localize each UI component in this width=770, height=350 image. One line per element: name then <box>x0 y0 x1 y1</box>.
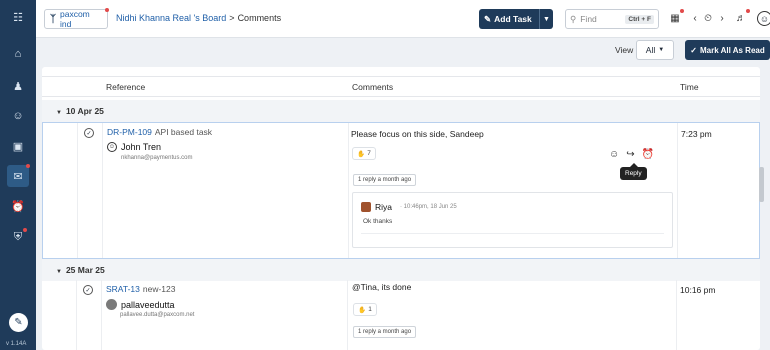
reaction-count: 1 <box>368 306 372 313</box>
vertical-scrollbar[interactable] <box>759 67 764 350</box>
workspace-logo-icon: ᛉ <box>50 13 56 25</box>
scrollbar-thumb[interactable] <box>759 167 764 202</box>
alarm-icon[interactable]: ⏰ <box>10 198 26 214</box>
reply-time: · 10:46pm, 18 Jun 25 <box>400 204 457 210</box>
shield-icon[interactable]: ⛨ <box>10 228 27 245</box>
search-icon: ⚲ <box>570 13 577 24</box>
alarm-reminder-icon[interactable]: ⏰ <box>642 149 654 160</box>
task-id-link[interactable]: DR-PM-109 <box>107 127 152 137</box>
date-group-header[interactable]: ▼ 25 Mar 25 <box>42 259 760 281</box>
table-row[interactable]: ✓ DR-PM-109 API based task ☺ John Tren nk… <box>42 122 760 259</box>
emoji-react-icon[interactable]: ☺ <box>609 149 619 160</box>
apps-grid-icon[interactable]: ☷ <box>10 9 26 25</box>
breadcrumb-current: Comments <box>237 13 282 23</box>
calendar-icon[interactable]: ▦ <box>668 9 684 25</box>
find-shortcut-badge: Ctrl + F <box>625 14 654 24</box>
task-reference[interactable]: DR-PM-109 API based task <box>107 127 212 137</box>
comment-actions: ☺ ↪ ⏰ <box>609 149 654 160</box>
find-placeholder: Find <box>580 14 597 24</box>
top-bar: ᛉ paxcom ind Nidhi Khanna Real 's Board >… <box>36 0 770 38</box>
date-group-header[interactable]: ▼ 10 Apr 25 <box>42 100 760 122</box>
replies-label: 1 reply a month ago <box>353 326 417 338</box>
add-task-label: Add Task <box>494 14 532 24</box>
view-filter-select[interactable]: All ▼ <box>636 40 674 60</box>
users-icon[interactable]: ♟ <box>10 78 26 94</box>
chat-support-icon[interactable]: ✎ <box>9 313 28 332</box>
profile-avatar-icon[interactable]: ☺ <box>757 11 770 26</box>
find-input[interactable]: ⚲ Find Ctrl + F <box>565 9 659 29</box>
workspace-name: paxcom ind <box>60 9 90 29</box>
add-task-icon: ✎ <box>484 13 492 24</box>
comments-icon[interactable]: ✉ <box>7 164 30 187</box>
author-name: John Tren <box>121 142 162 152</box>
comment-time: 7:23 pm <box>681 129 712 139</box>
comment-text: Please focus on this side, Sandeep <box>351 129 484 139</box>
collapse-triangle-icon: ▼ <box>56 269 62 275</box>
workspace-selector[interactable]: ᛉ paxcom ind <box>44 8 109 29</box>
table-header: Reference Comments Time <box>42 76 760 97</box>
task-reference[interactable]: SRAT-13 new-123 <box>106 284 175 294</box>
announcement-icon[interactable]: ♬ <box>734 9 750 25</box>
task-title: API based task <box>154 127 213 137</box>
checkmark-icon: ✓ <box>690 45 697 55</box>
add-task-dropdown-icon[interactable]: ▼ <box>539 9 553 29</box>
reply-avatar <box>361 202 371 212</box>
reaction-badge[interactable]: ✋ 7 <box>352 147 376 160</box>
group-date: 25 Mar 25 <box>65 265 105 275</box>
reply-author: Riya <box>375 202 393 212</box>
version-label: v 1.14A <box>6 341 27 347</box>
task-id-link[interactable]: SRAT-13 <box>106 284 140 294</box>
task-status-check-icon[interactable]: ✓ <box>84 128 94 138</box>
author-email: pallavee.dutta@paxcom.net <box>120 312 195 318</box>
team-icon[interactable]: ☺ <box>10 108 26 124</box>
view-label: View <box>615 45 634 55</box>
comments-table: Reference Comments Time ▼ 10 Apr 25 ✓ DR-… <box>42 67 760 350</box>
comment-author: ☺ John Tren <box>107 142 161 152</box>
breadcrumb-board-link[interactable]: Nidhi Khanna Real 's Board <box>116 13 226 23</box>
mark-all-read-button[interactable]: ✓ Mark All As Read <box>685 40 770 60</box>
replies-count-button[interactable]: 1 reply a month ago <box>353 325 417 338</box>
header-comments: Comments <box>352 82 394 92</box>
chevron-left-icon[interactable]: ‹ <box>688 11 702 25</box>
chevron-down-icon: ▼ <box>658 47 665 53</box>
reply-text: Ok thanks <box>363 218 393 225</box>
reply-thread: Riya · 10:46pm, 18 Jun 25 Ok thanks <box>352 192 673 248</box>
table-row[interactable]: ✓ SRAT-13 new-123 pallaveedutta pallavee.… <box>42 280 760 350</box>
header-time: Time <box>680 82 699 92</box>
author-name: pallaveedutta <box>121 299 175 310</box>
mark-all-read-label: Mark All As Read <box>699 45 765 55</box>
reply-header: Riya · 10:46pm, 18 Jun 25 <box>361 202 457 212</box>
comment-time: 10:16 pm <box>680 285 716 295</box>
book-icon[interactable]: ▣ <box>10 138 26 154</box>
left-rail: ☷ ⌂ ♟ ☺ ▣ ✉ ⏰ ⛨ ✎ v 1.14A <box>0 0 36 350</box>
hand-emoji-icon: ✋ <box>357 150 366 158</box>
add-task-button[interactable]: ✎ Add Task ▼ <box>479 9 553 29</box>
view-filter-value: All <box>645 45 656 55</box>
view-bar: View All ▼ ✓ Mark All As Read <box>36 38 770 62</box>
author-avatar <box>106 299 117 310</box>
replies-count-button[interactable]: 1 reply a month ago <box>353 173 417 186</box>
reaction-badge[interactable]: ✋ 1 <box>353 303 377 316</box>
replies-label: 1 reply a month ago <box>353 174 417 186</box>
comment-author: pallaveedutta <box>106 299 175 310</box>
hand-emoji-icon: ✋ <box>358 306 367 314</box>
breadcrumb-separator: > <box>229 13 235 23</box>
author-email: nkhanna@paymentus.com <box>121 155 193 161</box>
home-icon[interactable]: ⌂ <box>10 46 26 62</box>
breadcrumb: Nidhi Khanna Real 's Board > Comments <box>116 13 281 23</box>
timer-icon[interactable]: ⏲ <box>701 11 715 25</box>
reply-arrow-icon[interactable]: ↪ <box>626 149 634 160</box>
reply-tooltip: Reply <box>620 163 647 180</box>
chevron-right-icon[interactable]: › <box>715 11 729 25</box>
user-icon: ☺ <box>107 142 117 152</box>
comment-text: @Tina, its done <box>352 282 412 292</box>
collapse-triangle-icon: ▼ <box>56 110 62 116</box>
reaction-count: 7 <box>367 150 371 157</box>
task-status-check-icon[interactable]: ✓ <box>83 285 93 295</box>
task-title: new-123 <box>142 284 176 294</box>
header-reference: Reference <box>106 82 146 92</box>
group-date: 10 Apr 25 <box>65 106 104 116</box>
